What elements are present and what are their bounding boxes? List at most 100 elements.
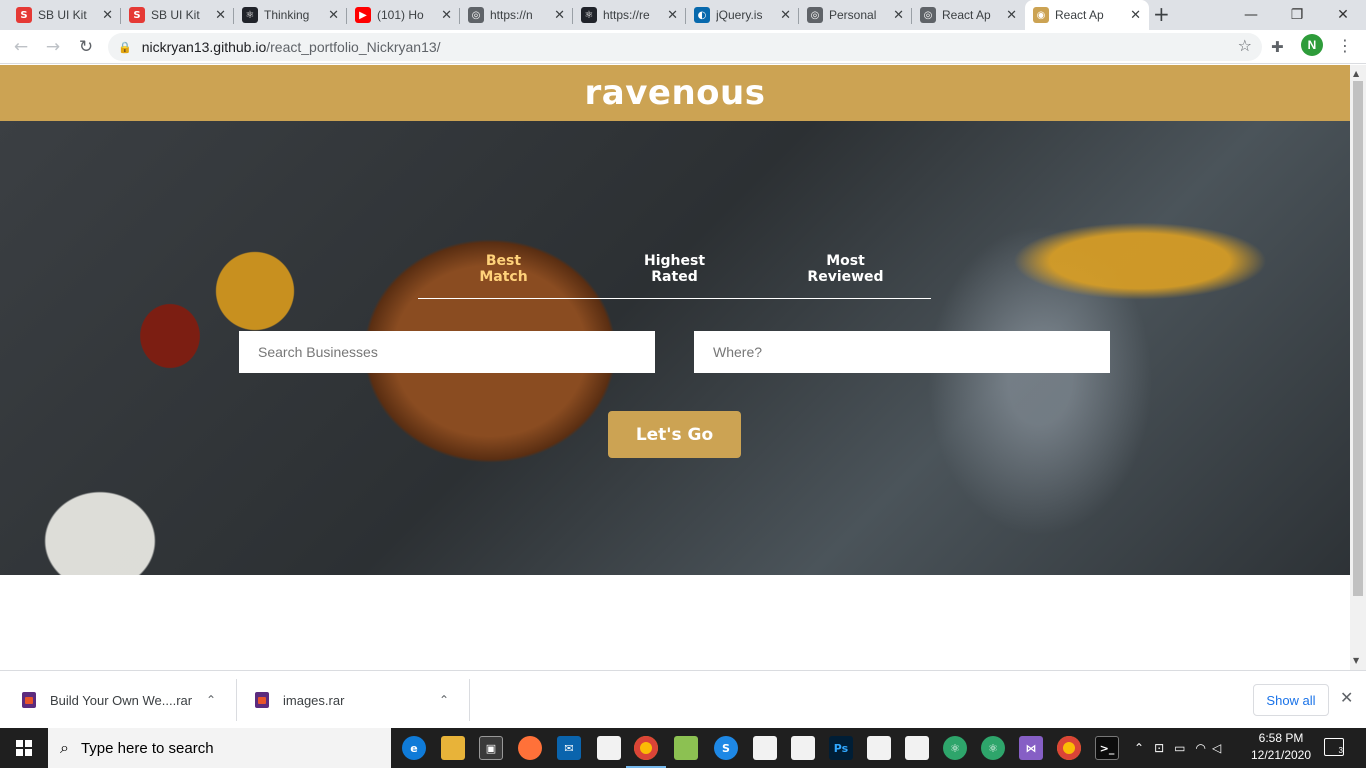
extensions-icon[interactable]: ✚ [1271,38,1284,56]
restore-icon[interactable]: ❐ [1274,0,1320,30]
download-item[interactable]: images.rar ⌃ [255,671,465,729]
browser-tab[interactable]: ⚛ Thinking ✕ [234,0,347,30]
close-tab-icon[interactable]: ✕ [667,8,678,23]
notepad-plus-icon[interactable] [674,736,698,760]
scroll-down-icon[interactable]: ▼ [1353,656,1359,665]
close-tab-icon[interactable]: ✕ [1130,8,1141,23]
browser-tab[interactable]: S SB UI Kit ✕ [121,0,234,30]
sort-option-label: Highest [643,253,706,269]
document-icon[interactable] [753,736,777,760]
sort-option-label: Most [826,253,865,269]
atom-icon[interactable]: ⚛ [943,736,967,760]
back-icon[interactable]: ← [8,34,34,60]
close-tab-icon[interactable]: ✕ [554,8,565,23]
chevron-up-icon[interactable]: ⌃ [439,693,449,707]
globe-icon: ◎ [807,7,823,23]
clock[interactable]: 6:58 PM 12/21/2020 [1248,730,1314,764]
browser-tab[interactable]: ◐ jQuery.is ✕ [686,0,799,30]
sort-option-label: Rated [651,269,698,285]
sort-option-label: Best [485,253,522,269]
store-icon[interactable]: ▣ [479,736,503,760]
rar-file-icon [22,692,36,708]
close-tab-icon[interactable]: ✕ [102,8,113,23]
search-businesses-input[interactable] [239,331,655,373]
start-button[interactable] [0,728,48,768]
browser-tab[interactable]: S SB UI Kit ✕ [8,0,121,30]
taskbar-search-box[interactable]: ⌕ Type here to search [48,728,391,768]
chrome-dev-icon[interactable] [1057,736,1081,760]
tab-title: SB UI Kit [38,8,87,22]
browser-tab[interactable]: ⚛ https://re ✕ [573,0,686,30]
visual-studio-icon[interactable]: ⋈ [1019,736,1043,760]
wifi-icon[interactable]: ◠ [1195,741,1205,755]
brand-title: ravenous [584,73,766,113]
notification-center-icon[interactable]: 3 [1324,738,1344,756]
sort-option-label: Reviewed [807,269,884,285]
mail-icon[interactable]: ✉ [557,736,581,760]
terminal-icon[interactable]: >_ [1095,736,1119,760]
reload-icon[interactable]: ↻ [73,34,99,60]
browser-toolbar: ← → ↻ 🔒 nickryan13.github.io/react_portf… [0,30,1366,64]
youtube-icon: ▶ [355,7,371,23]
address-bar[interactable]: 🔒 nickryan13.github.io/react_portfolio_N… [108,33,1262,61]
notification-count: 3 [1338,746,1343,755]
sb-icon: S [129,7,145,23]
skype-icon[interactable]: S [714,736,738,760]
volume-icon[interactable]: ◁ [1212,741,1221,755]
profile-avatar[interactable]: N [1301,34,1323,56]
scrollbar-thumb[interactable] [1353,81,1363,596]
tab-title: https://re [603,8,650,22]
forward-icon[interactable]: → [40,34,66,60]
close-tab-icon[interactable]: ✕ [215,8,226,23]
photoshop-icon[interactable]: Ps [829,736,853,760]
edge-icon[interactable]: e [402,736,426,760]
location-input[interactable] [694,331,1110,373]
close-tab-icon[interactable]: ✕ [441,8,452,23]
chevron-up-icon[interactable]: ⌃ [1134,741,1144,755]
react-icon: ⚛ [581,7,597,23]
globe-icon: ◎ [920,7,936,23]
chrome-icon[interactable] [626,736,666,768]
tab-title: jQuery.is [716,8,763,22]
chevron-up-icon[interactable]: ⌃ [206,693,216,707]
battery-icon[interactable]: ▭ [1174,741,1185,755]
atom-icon[interactable]: ⚛ [981,736,1005,760]
file-explorer-icon[interactable] [441,736,465,760]
close-tab-icon[interactable]: ✕ [780,8,791,23]
browser-tab[interactable]: ◉ React Ap ✕ [1025,0,1149,30]
browser-tab[interactable]: ◎ Personal ✕ [799,0,912,30]
download-bar: Build Your Own We....rar ⌃ images.rar ⌃ … [0,670,1366,728]
show-all-downloads-button[interactable]: Show all [1253,684,1329,716]
document-icon[interactable] [905,736,929,760]
taskbar-search-placeholder: Type here to search [80,739,214,757]
close-window-icon[interactable]: ✕ [1320,0,1366,30]
minimize-icon[interactable]: — [1228,0,1274,30]
browser-tab[interactable]: ▶ (101) Ho ✕ [347,0,460,30]
browser-tab[interactable]: ◎ React Ap ✕ [912,0,1025,30]
sort-option-most-reviewed[interactable]: Most Reviewed [760,251,931,298]
meet-now-icon[interactable]: ⊡ [1154,741,1164,755]
sort-option-best-match[interactable]: Best Match [418,251,589,298]
close-tab-icon[interactable]: ✕ [1006,8,1017,23]
bookmark-star-icon[interactable]: ☆ [1238,36,1252,55]
browser-tab[interactable]: ◎ https://n ✕ [460,0,573,30]
download-item[interactable]: Build Your Own We....rar ⌃ [22,671,232,729]
globe-icon: ◎ [468,7,484,23]
sort-option-highest-rated[interactable]: Highest Rated [589,251,760,298]
firefox-icon[interactable] [518,736,542,760]
scroll-up-icon[interactable]: ▲ [1353,69,1359,78]
document-icon[interactable] [597,736,621,760]
jquery-icon: ◐ [694,7,710,23]
document-icon[interactable] [867,736,891,760]
new-tab-button[interactable]: + [1153,2,1170,26]
kebab-menu-icon[interactable]: ⋮ [1337,36,1353,55]
document-icon[interactable] [791,736,815,760]
close-download-bar-icon[interactable]: ✕ [1340,688,1353,707]
tab-title: Thinking [264,8,310,22]
download-filename: Build Your Own We....rar [50,692,193,708]
lets-go-button[interactable]: Let's Go [608,411,741,458]
page-scrollbar[interactable]: ▲ ▼ [1350,65,1366,670]
url-host: nickryan13.github.io [141,39,267,55]
close-tab-icon[interactable]: ✕ [893,8,904,23]
close-tab-icon[interactable]: ✕ [328,8,339,23]
